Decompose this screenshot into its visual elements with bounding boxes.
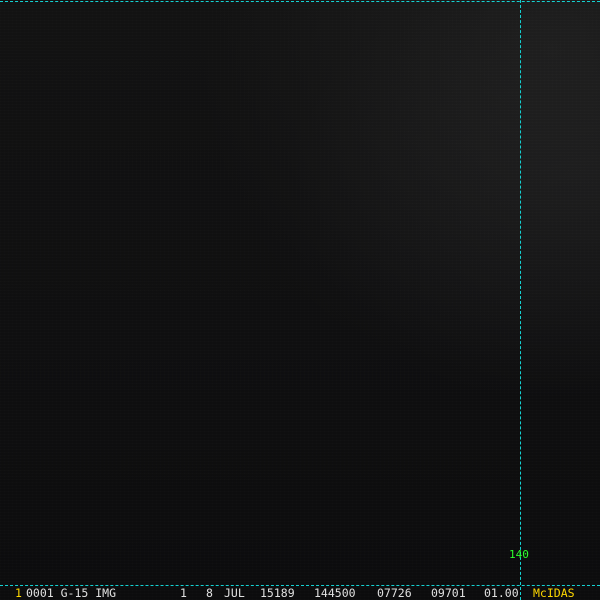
status-day: 8	[206, 586, 213, 600]
status-frame-number: 1	[15, 586, 22, 600]
status-time: 144500	[314, 586, 356, 600]
grid-line-lon-140	[520, 0, 521, 600]
status-julian-date: 15189	[260, 586, 295, 600]
image-noise-texture	[0, 0, 600, 600]
status-band: 1	[180, 586, 187, 600]
status-magnification: 01.00	[484, 586, 519, 600]
status-info: 0001 G-15 IMG	[26, 586, 117, 600]
satellite-image-frame: 140 1 0001 G-15 IMG 1 8 JUL 15189 144500…	[0, 0, 600, 600]
status-line: 07726	[377, 586, 412, 600]
status-element: 09701	[431, 586, 466, 600]
status-bar: 1 0001 G-15 IMG 1 8 JUL 15189 144500 077…	[0, 586, 600, 600]
status-month: JUL	[224, 586, 245, 600]
status-software: McIDAS	[533, 586, 575, 600]
grid-label-lon: 140	[509, 548, 529, 561]
grid-line-top	[0, 1, 600, 2]
